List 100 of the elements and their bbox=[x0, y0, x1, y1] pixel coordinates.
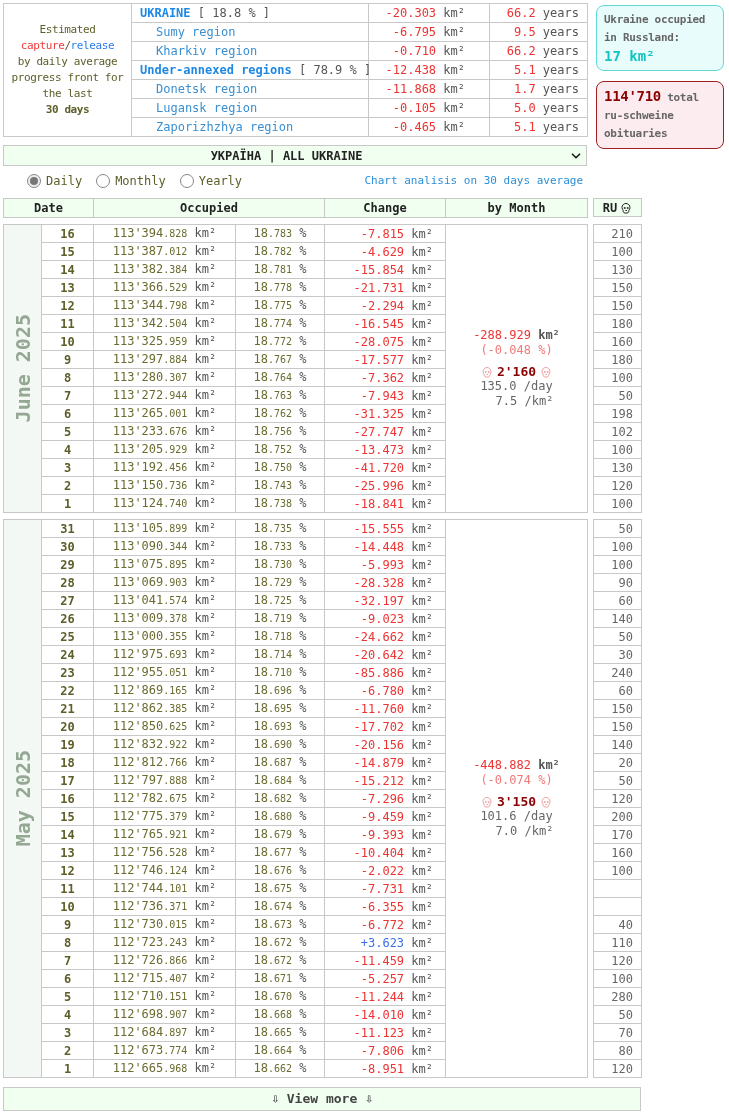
column-header: Change bbox=[324, 198, 446, 218]
occupied-value: 113'090.344 km² bbox=[112, 539, 217, 553]
share-value: 18.682 % bbox=[253, 791, 307, 805]
change-value: -12.438 km² bbox=[385, 63, 465, 77]
share-value: 18.774 % bbox=[253, 316, 307, 330]
date-cell: 15 bbox=[60, 244, 75, 259]
ru-deaths-cell: 130 bbox=[611, 262, 633, 277]
ru-deaths-cell: 60 bbox=[618, 683, 633, 698]
ru-deaths-cell: 50 bbox=[618, 521, 633, 536]
occupied-value: 113'325.959 km² bbox=[112, 334, 217, 348]
period-radio[interactable]: Yearly bbox=[179, 172, 243, 190]
date-cell: 1 bbox=[63, 1061, 72, 1076]
chart-link[interactable]: Chart analisis on 30 days average bbox=[364, 172, 587, 190]
ru-deaths-cell: 50 bbox=[618, 773, 633, 788]
share-value: 18.733 % bbox=[253, 539, 307, 553]
ru-deaths-cell: 150 bbox=[611, 719, 633, 734]
share-value: 18.684 % bbox=[253, 773, 307, 787]
view-more-button[interactable]: ⇩ View more ⇩ bbox=[3, 1087, 641, 1111]
share-value: 18.738 % bbox=[253, 496, 307, 510]
date-cell: 10 bbox=[60, 899, 75, 914]
change-value: -0.105 km² bbox=[392, 101, 465, 115]
occupied-value: 113'233.676 km² bbox=[112, 424, 217, 438]
occupied-value: 112'698.907 km² bbox=[112, 1007, 217, 1021]
change-value: -41.720 km² bbox=[353, 460, 433, 475]
occupied-value: 113'394.828 km² bbox=[112, 226, 217, 240]
ru-deaths-cell: 120 bbox=[611, 478, 633, 493]
date-cell: 3 bbox=[63, 1025, 72, 1040]
region-name: Donetsk region bbox=[156, 82, 258, 96]
ru-deaths-cell: 160 bbox=[611, 334, 633, 349]
month-change: -288.929 km² bbox=[473, 328, 560, 343]
occupied-value: 112'684.897 km² bbox=[112, 1025, 217, 1039]
occupied-value: 113'280.307 km² bbox=[112, 370, 217, 384]
occupied-value: 112'862.385 km² bbox=[112, 701, 217, 715]
ru-deaths-cell: 100 bbox=[611, 539, 633, 554]
change-value: -11.760 km² bbox=[353, 701, 433, 716]
period-radio[interactable]: Monthly bbox=[96, 172, 166, 190]
occupied-value: 113'041.574 km² bbox=[112, 593, 217, 607]
column-header: by Month bbox=[445, 198, 588, 218]
change-value: -7.815 km² bbox=[360, 226, 433, 241]
occupied-value: 112'955.051 km² bbox=[112, 665, 217, 679]
date-cell: 22 bbox=[60, 683, 75, 698]
ru-deaths-cell: 150 bbox=[611, 701, 633, 716]
share-value: 18.756 % bbox=[253, 424, 307, 438]
change-value: -8.951 km² bbox=[360, 1061, 433, 1076]
occupied-value: 113'000.355 km² bbox=[112, 629, 217, 643]
change-value: -28.075 km² bbox=[353, 334, 433, 349]
occupied-value: 112'832.922 km² bbox=[112, 737, 217, 751]
date-cell: 4 bbox=[63, 1007, 72, 1022]
ru-deaths-cell: 100 bbox=[611, 863, 633, 878]
date-cell: 15 bbox=[60, 809, 75, 824]
occupied-value: 113'205.929 km² bbox=[112, 442, 217, 456]
share-value: 18.672 % bbox=[253, 935, 307, 949]
region-select[interactable]: УКРАЇНА | ALL UKRAINE bbox=[3, 145, 587, 166]
change-value: -15.555 km² bbox=[353, 521, 433, 536]
deaths-per-km: 7.5 /km² bbox=[494, 394, 554, 409]
occupied-value: 113'366.529 km² bbox=[112, 280, 217, 294]
share-value: 18.690 % bbox=[253, 737, 307, 751]
share-value: 18.662 % bbox=[253, 1061, 307, 1075]
skull-icon bbox=[620, 201, 633, 214]
occupied-value: 112'673.774 km² bbox=[112, 1043, 217, 1057]
date-cell: 4 bbox=[63, 442, 72, 457]
change-value: -9.459 km² bbox=[360, 809, 433, 824]
ru-deaths-cell: 100 bbox=[611, 370, 633, 385]
share-value: 18.679 % bbox=[253, 827, 307, 841]
share-value: 18.714 % bbox=[253, 647, 307, 661]
period-radio[interactable]: Daily bbox=[27, 172, 83, 190]
date-cell: 13 bbox=[60, 280, 75, 295]
date-cell: 28 bbox=[60, 575, 75, 590]
occupied-value: 112'736.371 km² bbox=[112, 899, 217, 913]
date-cell: 27 bbox=[60, 593, 75, 608]
share-value: 18.718 % bbox=[253, 629, 307, 643]
change-value: -18.841 km² bbox=[353, 496, 433, 511]
date-cell: 13 bbox=[60, 845, 75, 860]
obituaries-text: 114'710 total ru-schweine obituaries bbox=[604, 87, 700, 142]
date-cell: 14 bbox=[60, 827, 75, 842]
change-value: -32.197 km² bbox=[353, 593, 433, 608]
ru-deaths-cell: 90 bbox=[618, 575, 633, 590]
ru-deaths-cell: 280 bbox=[611, 989, 633, 1004]
month-deaths: 3'150 bbox=[496, 794, 537, 809]
share-value: 18.710 % bbox=[253, 665, 307, 679]
date-cell: 7 bbox=[63, 388, 72, 403]
change-value: -85.886 km² bbox=[353, 665, 433, 680]
deaths-per-day: 101.6 /day bbox=[480, 809, 553, 824]
deaths-per-day: 135.0 /day bbox=[480, 379, 553, 394]
change-value: -4.629 km² bbox=[360, 244, 433, 259]
ru-deaths-cell: 50 bbox=[618, 1007, 633, 1022]
ru-deaths-cell: 70 bbox=[618, 1025, 633, 1040]
change-value: -28.328 km² bbox=[353, 575, 433, 590]
occupied-value: 113'069.903 km² bbox=[112, 575, 217, 589]
occupied-value: 113'297.884 km² bbox=[112, 352, 217, 366]
share-value: 18.674 % bbox=[253, 899, 307, 913]
share-value: 18.782 % bbox=[253, 244, 307, 258]
change-value: -17.577 km² bbox=[353, 352, 433, 367]
change-value: -15.854 km² bbox=[353, 262, 433, 277]
share-value: 18.772 % bbox=[253, 334, 307, 348]
ru-deaths-cell: 140 bbox=[611, 737, 633, 752]
share-value: 18.696 % bbox=[253, 683, 307, 697]
date-cell: 2 bbox=[63, 478, 72, 493]
date-cell: 9 bbox=[63, 917, 72, 932]
occupied-value: 113'387.012 km² bbox=[112, 244, 217, 258]
